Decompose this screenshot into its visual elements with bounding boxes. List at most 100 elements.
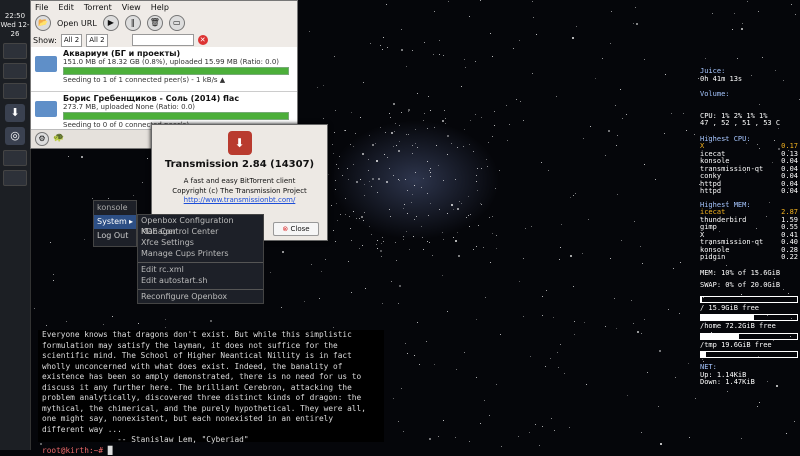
process-row: pidgin0.22 — [700, 254, 798, 262]
star — [328, 174, 329, 175]
submenu-openbox-config[interactable]: Openbox Configuration Manager — [138, 215, 263, 226]
menu-header-konsole[interactable]: konsole — [94, 201, 136, 215]
star — [554, 430, 555, 431]
menu-help[interactable]: Help — [151, 3, 169, 12]
trash-icon[interactable]: 🗑 — [147, 15, 163, 31]
star — [742, 23, 743, 24]
properties-icon[interactable]: ▭ — [169, 15, 185, 31]
submenu-kde-control-center[interactable]: KDE Control Center — [138, 226, 263, 237]
tracker-filter[interactable]: All 2 — [86, 34, 107, 47]
star — [757, 406, 758, 407]
star — [439, 40, 440, 41]
show-label: Show: — [33, 36, 57, 45]
star — [532, 1, 533, 2]
star — [351, 240, 352, 241]
star — [304, 301, 305, 302]
star — [509, 124, 510, 125]
pause-icon[interactable]: ‖ — [125, 15, 141, 31]
star — [564, 373, 565, 374]
star — [679, 313, 680, 314]
star — [426, 341, 427, 342]
star — [281, 307, 282, 308]
submenu-xfce-settings[interactable]: Xfce Settings — [138, 237, 263, 248]
star — [384, 154, 385, 155]
terminal-prompt-line[interactable]: root@kirth:~# █ — [42, 446, 384, 456]
star — [570, 255, 572, 257]
star — [576, 26, 577, 27]
submenu-edit-autostart[interactable]: Edit autostart.sh — [138, 275, 263, 286]
star — [642, 263, 643, 264]
star — [516, 99, 517, 100]
star — [741, 28, 743, 30]
gear-icon[interactable]: ⚙ — [35, 132, 49, 146]
terminal-line: mythical, the chimerical, and the purely… — [42, 404, 384, 415]
panel-button-3[interactable] — [3, 83, 27, 99]
transmission-logo-icon: ⬇ — [228, 131, 252, 155]
menu-file[interactable]: File — [35, 3, 48, 12]
torrent-row[interactable]: Аквариум (БГ и проекты) 151.0 MB of 18.3… — [31, 47, 297, 92]
star — [336, 203, 337, 204]
star — [560, 247, 561, 248]
star — [364, 195, 365, 196]
star — [647, 372, 648, 373]
star — [626, 114, 627, 115]
star — [660, 443, 662, 445]
star — [608, 130, 610, 132]
terminal-line: discuss it any further here. The brillia… — [42, 383, 384, 394]
panel-button-4[interactable] — [3, 150, 27, 166]
star — [551, 418, 552, 419]
root-bar — [700, 314, 798, 321]
close-button[interactable]: ⊗ Close — [273, 222, 319, 236]
star — [438, 436, 439, 437]
status-filter[interactable]: All 2 — [61, 34, 82, 47]
browser-task-icon[interactable]: ◎ — [5, 127, 25, 145]
star — [451, 143, 452, 144]
star — [463, 146, 464, 147]
star — [640, 246, 641, 247]
menu-view[interactable]: View — [122, 3, 141, 12]
star — [545, 366, 546, 367]
star — [317, 87, 318, 88]
star — [393, 103, 395, 105]
star — [686, 130, 687, 131]
star — [138, 323, 139, 324]
clear-search-icon[interactable]: ✕ — [198, 35, 208, 45]
panel-button-5[interactable] — [3, 170, 27, 186]
star — [458, 255, 460, 257]
submenu-reconfigure[interactable]: Reconfigure Openbox — [138, 289, 263, 302]
menu-edit[interactable]: Edit — [58, 3, 74, 12]
play-icon[interactable]: ▶ — [103, 15, 119, 31]
close-icon: ⊗ — [282, 225, 288, 233]
open-url-button[interactable]: Open URL — [57, 19, 97, 28]
star — [351, 112, 352, 113]
panel-button-1[interactable] — [3, 43, 27, 59]
star — [387, 157, 388, 158]
transmission-task-icon[interactable]: ⬇ — [5, 104, 25, 122]
star — [112, 316, 113, 317]
submenu-edit-rc[interactable]: Edit rc.xml — [138, 262, 263, 275]
star — [383, 37, 384, 38]
menu-torrent[interactable]: Torrent — [84, 3, 112, 12]
close-label: Close — [291, 225, 310, 233]
menu-item-logout[interactable]: Log Out — [94, 229, 136, 243]
process-name: pidgin — [700, 254, 725, 262]
star — [747, 1, 748, 2]
about-title: Transmission 2.84 (14307) — [152, 159, 327, 170]
submenu-cups-printers[interactable]: Manage Cups Printers — [138, 248, 263, 259]
menu-item-system[interactable]: System ▸ — [94, 215, 136, 229]
system-submenu: Openbox Configuration Manager KDE Contro… — [137, 214, 264, 304]
terminal-window[interactable]: Everyone knows that dragons don't exist.… — [38, 330, 384, 442]
panel-button-2[interactable] — [3, 63, 27, 79]
star — [614, 298, 615, 299]
star — [627, 395, 628, 396]
star — [689, 437, 690, 438]
turtle-icon[interactable]: 🐢 — [53, 133, 64, 143]
open-icon[interactable]: 📂 — [35, 15, 51, 31]
about-website-link[interactable]: http://www.transmissionbt.com/ — [152, 196, 327, 204]
panel-time: 22:50 — [0, 12, 30, 21]
search-input[interactable] — [132, 34, 194, 46]
star — [345, 130, 346, 131]
left-panel: 22:50 Wed 12-26 ⬇ ◎ — [0, 0, 31, 450]
star — [409, 249, 410, 250]
star — [762, 57, 763, 58]
